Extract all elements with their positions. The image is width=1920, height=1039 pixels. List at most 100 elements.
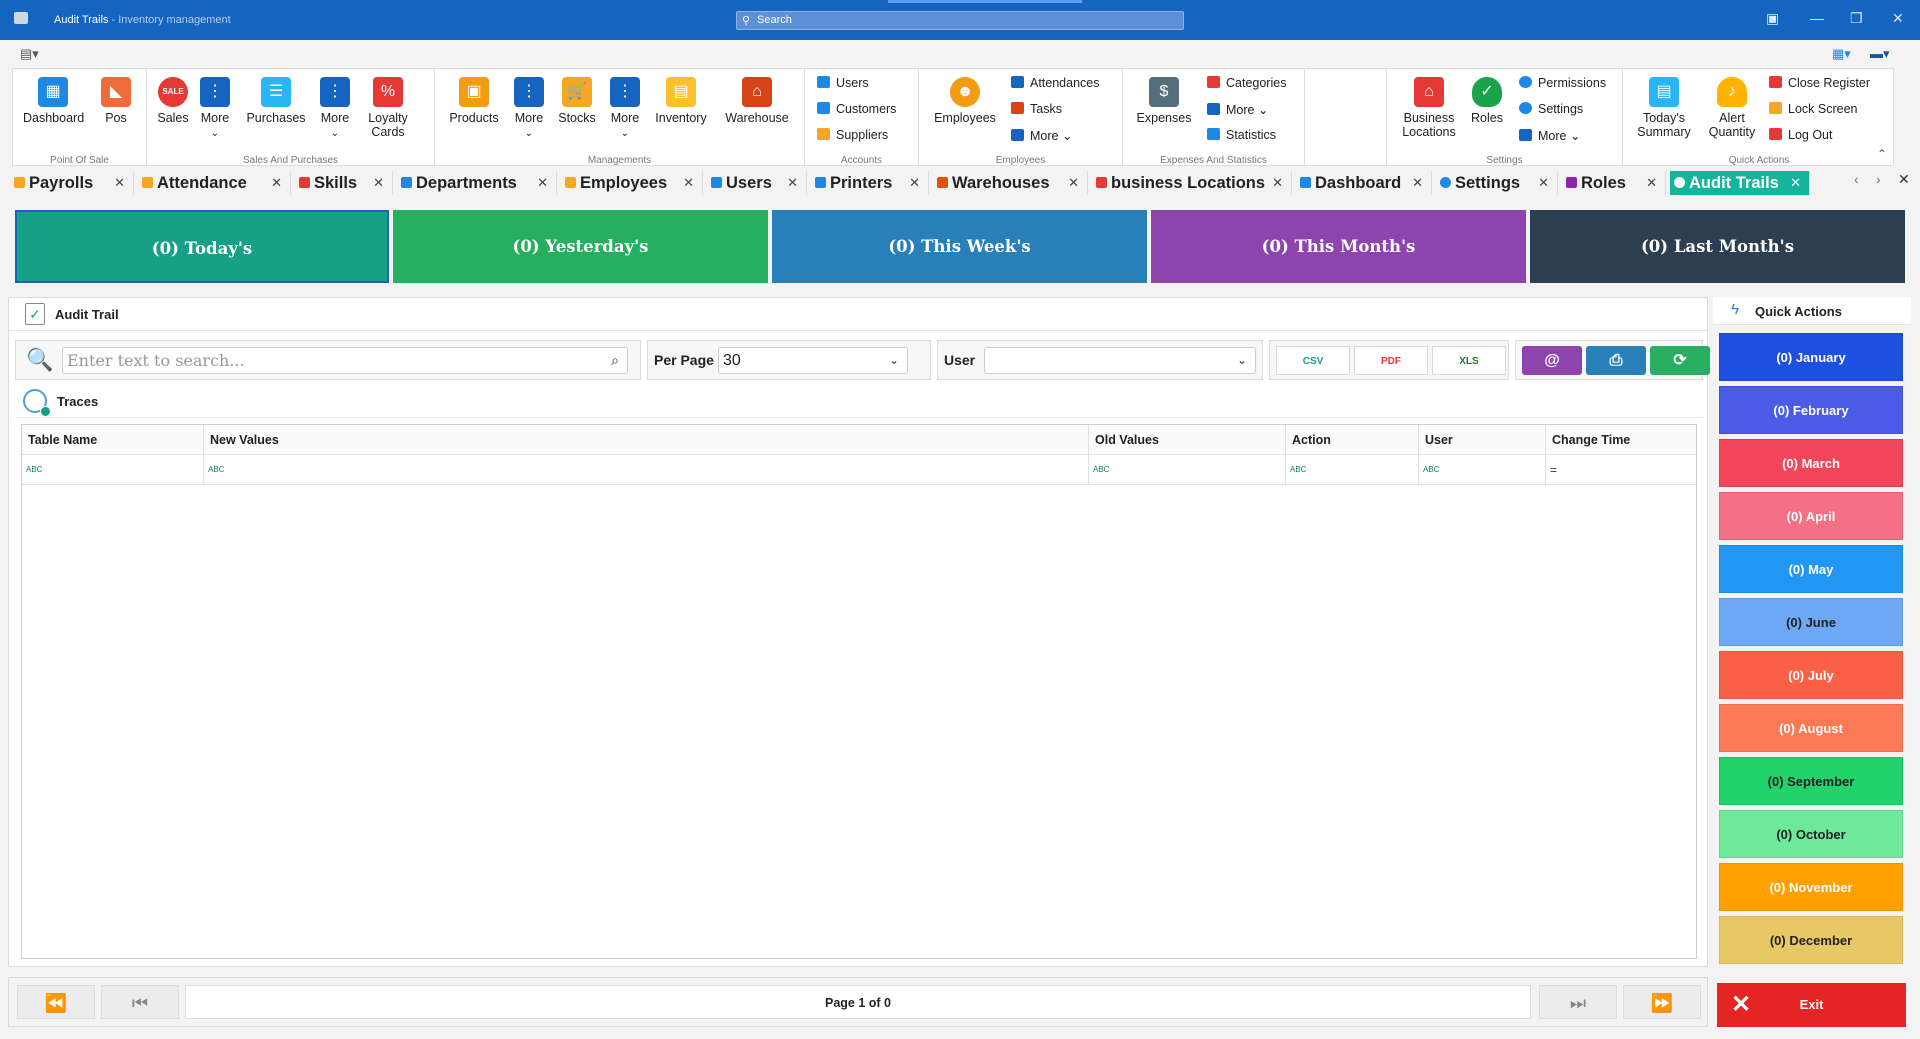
tab-scroll-left-icon[interactable]: ‹ [1854, 171, 1859, 187]
refresh-button[interactable]: ⟳ [1650, 346, 1710, 375]
column-header-action[interactable]: Action [1286, 425, 1419, 455]
restore-layout-icon[interactable]: ▣ [1766, 10, 1779, 27]
month-october-button[interactable]: (0) October [1719, 810, 1903, 858]
exit-button[interactable]: ✕ Exit [1717, 983, 1906, 1027]
month-june-button[interactable]: (0) June [1719, 598, 1903, 646]
tab-audit-trails[interactable]: Audit Trails ✕ [1670, 171, 1810, 195]
minimize-icon[interactable]: — [1810, 10, 1824, 26]
title-search-box[interactable]: ⚲ Search [736, 11, 1184, 30]
month-august-button[interactable]: (0) August [1719, 704, 1903, 752]
close-tab-icon[interactable]: ✕ [114, 171, 125, 195]
today-card[interactable]: (0) Today's [15, 210, 389, 283]
settings-more-button[interactable]: More ⌄ [1519, 128, 1580, 143]
export-pdf-button[interactable]: PDF [1354, 346, 1428, 375]
tab-attendance[interactable]: Attendance ✕ [138, 171, 291, 195]
todays-summary-button[interactable]: ▤ Today's Summary [1631, 77, 1697, 139]
tab-employees[interactable]: Employees ✕ [561, 171, 703, 195]
tab-roles[interactable]: Roles ✕ [1562, 171, 1666, 195]
tab-departments[interactable]: Departments ✕ [397, 171, 557, 195]
filter-cell-old-values[interactable]: ABC [1089, 455, 1286, 485]
previous-page-button[interactable]: ⏮ [101, 985, 179, 1019]
column-header-table-name[interactable]: Table Name [22, 425, 204, 455]
tab-payrolls[interactable]: Payrolls ✕ [10, 171, 134, 195]
lock-screen-button[interactable]: Lock Screen [1769, 102, 1857, 116]
theme-icon[interactable]: ▬▾ [1870, 46, 1890, 62]
first-page-button[interactable]: ⏪ [17, 985, 95, 1019]
tab-skills[interactable]: Skills ✕ [295, 171, 393, 195]
column-header-new-values[interactable]: New Values [204, 425, 1089, 455]
column-header-old-values[interactable]: Old Values [1089, 425, 1286, 455]
next-page-button[interactable]: ⏭ [1539, 985, 1617, 1019]
products-more-button[interactable]: ⋮ More ⌄ [511, 77, 547, 141]
business-locations-button[interactable]: ⌂ Business Locations [1395, 77, 1463, 139]
app-icon[interactable] [14, 12, 28, 24]
stocks-button[interactable]: 🛒 Stocks [553, 77, 601, 125]
filter-cell-user[interactable]: ABC [1419, 455, 1546, 485]
user-select[interactable]: ⌄ [984, 347, 1256, 374]
tab-business-locations[interactable]: business Locations ✕ [1092, 171, 1292, 195]
per-page-select[interactable]: 30 ⌄ [718, 347, 908, 374]
close-tab-icon[interactable]: ✕ [1068, 171, 1079, 195]
maximize-icon[interactable]: ❐ [1850, 10, 1863, 27]
close-tab-icon[interactable]: ✕ [1412, 171, 1423, 195]
tab-scroll-right-icon[interactable]: › [1876, 171, 1881, 187]
filter-cell-table-name[interactable]: ABC [22, 455, 204, 485]
print-button[interactable]: ⎙ [1586, 346, 1646, 375]
month-march-button[interactable]: (0) March [1719, 439, 1903, 487]
month-january-button[interactable]: (0) January [1719, 333, 1903, 381]
pos-button[interactable]: ◣ Pos [99, 77, 133, 125]
expenses-more-button[interactable]: More ⌄ [1207, 102, 1268, 117]
log-out-button[interactable]: Log Out [1769, 128, 1832, 142]
tab-settings[interactable]: Settings ✕ [1436, 171, 1558, 195]
close-register-button[interactable]: Close Register [1769, 76, 1870, 90]
close-tab-icon[interactable]: ✕ [909, 171, 920, 195]
tasks-button[interactable]: Tasks [1011, 102, 1062, 116]
expenses-button[interactable]: $ Expenses [1131, 77, 1197, 125]
employees-more-button[interactable]: More ⌄ [1011, 128, 1072, 143]
close-tab-icon[interactable]: ✕ [1790, 171, 1801, 195]
close-tab-icon[interactable]: ✕ [271, 171, 282, 195]
tab-warehouses[interactable]: Warehouses ✕ [933, 171, 1088, 195]
collapse-ribbon-icon[interactable]: ⌃ [1877, 147, 1887, 161]
this-week-card[interactable]: (0) This Week's [772, 210, 1147, 283]
month-december-button[interactable]: (0) December [1719, 916, 1903, 964]
ribbon-menu-icon[interactable]: ▤▾ [20, 46, 39, 62]
close-tab-icon[interactable]: ✕ [537, 171, 548, 195]
last-page-button[interactable]: ⏩ [1623, 985, 1701, 1019]
column-header-user[interactable]: User [1419, 425, 1546, 455]
dashboard-button[interactable]: ▦ Dashboard [23, 77, 84, 125]
close-tab-icon[interactable]: ✕ [373, 171, 384, 195]
suppliers-button[interactable]: Suppliers [817, 128, 888, 142]
purchases-button[interactable]: ☰ Purchases [241, 77, 311, 125]
customers-button[interactable]: Customers [817, 102, 896, 116]
month-april-button[interactable]: (0) April [1719, 492, 1903, 540]
last-month-card[interactable]: (0) Last Month's [1530, 210, 1905, 283]
inventory-button[interactable]: ▤ Inventory [649, 77, 713, 125]
search-icon[interactable]: ⌕ [611, 348, 619, 373]
stocks-more-button[interactable]: ⋮ More ⌄ [607, 77, 643, 141]
statistics-button[interactable]: Statistics [1207, 128, 1276, 142]
layout-grid-icon[interactable]: ▦▾ [1832, 46, 1851, 62]
sales-more-button[interactable]: ⋮ More ⌄ [197, 77, 233, 141]
tab-printers[interactable]: Printers ✕ [811, 171, 929, 195]
users-button[interactable]: Users [817, 76, 869, 90]
close-tab-icon[interactable]: ✕ [1538, 171, 1549, 195]
filter-cell-change-time[interactable]: = [1546, 455, 1696, 485]
close-tab-icon[interactable]: ✕ [683, 171, 694, 195]
close-window-icon[interactable]: ✕ [1892, 10, 1904, 27]
month-july-button[interactable]: (0) July [1719, 651, 1903, 699]
filter-cell-new-values[interactable]: ABC [204, 455, 1089, 485]
close-tab-icon[interactable]: ✕ [787, 171, 798, 195]
employees-button[interactable]: ☻ Employees [927, 77, 1003, 125]
month-february-button[interactable]: (0) February [1719, 386, 1903, 434]
filter-cell-action[interactable]: ABC [1286, 455, 1419, 485]
tab-dashboard[interactable]: Dashboard ✕ [1296, 171, 1432, 195]
loyalty-cards-button[interactable]: % Loyalty Cards [359, 77, 417, 139]
month-november-button[interactable]: (0) November [1719, 863, 1903, 911]
alert-quantity-button[interactable]: ♪ Alert Quantity [1701, 77, 1763, 139]
sales-button[interactable]: SALE Sales [155, 77, 191, 125]
month-may-button[interactable]: (0) May [1719, 545, 1903, 593]
close-tab-icon[interactable]: ✕ [1646, 171, 1657, 195]
roles-button[interactable]: ✓ Roles [1467, 77, 1507, 125]
close-all-tabs-icon[interactable]: ✕ [1898, 171, 1910, 188]
